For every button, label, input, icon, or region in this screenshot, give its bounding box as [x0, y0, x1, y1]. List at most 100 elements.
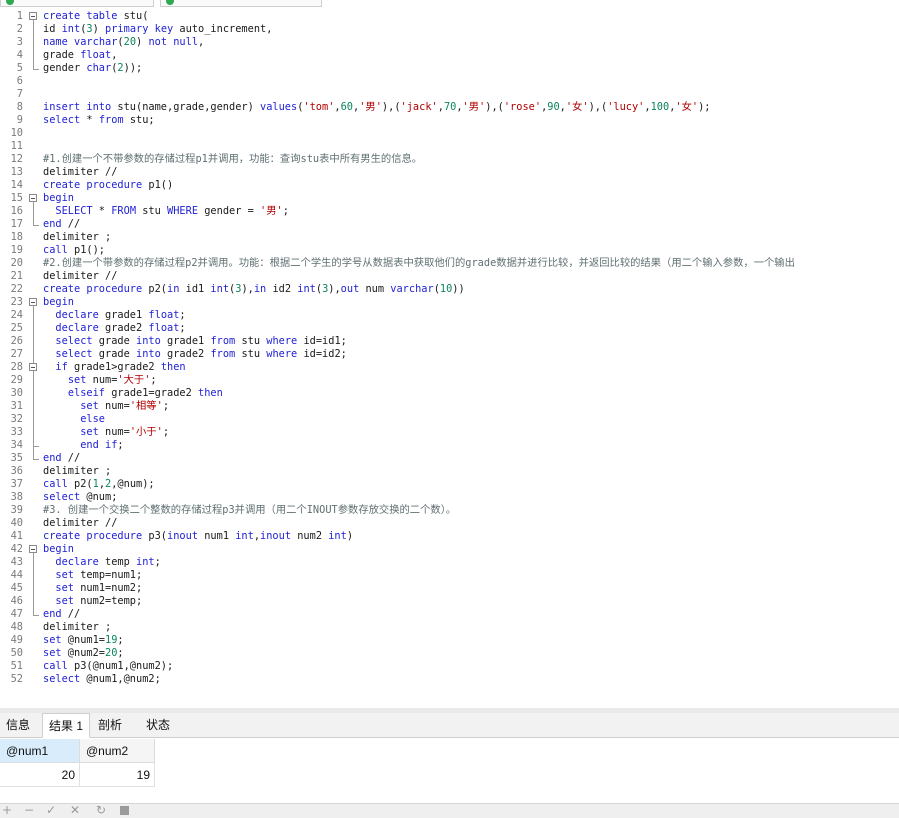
code-text: create procedure p2(in id1 int(3),in id2… [43, 283, 465, 295]
code-line[interactable]: 24 declare grade1 float; [0, 309, 899, 322]
code-line[interactable]: 26 select grade into grade1 from stu whe… [0, 335, 899, 348]
column-header-num1[interactable]: @num1 [0, 739, 80, 763]
line-number: 8 [16, 101, 23, 113]
code-line[interactable]: 14 create procedure p1() [0, 179, 899, 192]
code-line[interactable]: 28 if grade1>grade2 then [0, 361, 899, 374]
code-line[interactable]: 21 delimiter // [0, 270, 899, 283]
code-line[interactable]: 32 else [0, 413, 899, 426]
code-line[interactable]: 12 #1.创建一个不带参数的存储过程p1并调用，功能：查询stu表中所有男生的信… [0, 153, 899, 166]
code-line[interactable]: 11 [0, 140, 899, 153]
code-line[interactable]: 5 gender char(2)); [0, 62, 899, 75]
column-header-num2[interactable]: @num2 [80, 739, 155, 763]
code-line[interactable]: 44 set temp=num1; [0, 569, 899, 582]
code-line[interactable]: 29 set num='大于'; [0, 374, 899, 387]
code-line[interactable]: 35 end // [0, 452, 899, 465]
cross-icon[interactable]: ✕ [70, 803, 80, 817]
code-line[interactable]: 36 delimiter ; [0, 465, 899, 478]
code-line[interactable]: 31 set num='相等'; [0, 400, 899, 413]
code-text: SELECT * FROM stu WHERE gender = '男'; [55, 205, 289, 217]
fold-toggle-icon[interactable] [29, 12, 37, 20]
code-line[interactable]: 49 set @num1=19; [0, 634, 899, 647]
fold-toggle-icon[interactable] [29, 363, 37, 371]
code-line[interactable]: 17 end // [0, 218, 899, 231]
fold-end-marker [33, 219, 39, 226]
code-line[interactable]: 2 id int(3) primary key auto_increment, [0, 23, 899, 36]
line-number: 6 [16, 75, 23, 87]
code-line[interactable]: 4 grade float, [0, 49, 899, 62]
code-line[interactable]: 10 [0, 127, 899, 140]
code-line[interactable]: 20 #2.创建一个带参数的存储过程p2并调用。功能：根据二个学生的学号从数据表中… [0, 257, 899, 270]
code-line[interactable]: 48 delimiter ; [0, 621, 899, 634]
code-line[interactable]: 16 SELECT * FROM stu WHERE gender = '男'; [0, 205, 899, 218]
minus-icon[interactable]: − [24, 803, 34, 817]
code-line[interactable]: 3 name varchar(20) not null, [0, 36, 899, 49]
fold-toggle-icon[interactable] [29, 545, 37, 553]
code-line[interactable]: 42 begin [0, 543, 899, 556]
code-line[interactable]: 9 select * from stu; [0, 114, 899, 127]
line-number: 21 [10, 270, 23, 282]
line-number: 2 [16, 23, 23, 35]
code-text: else [80, 413, 106, 425]
fold-toggle-icon[interactable] [29, 298, 37, 306]
code-line[interactable]: 13 delimiter // [0, 166, 899, 179]
stop-icon[interactable] [120, 806, 129, 815]
code-text: declare grade2 float; [55, 322, 186, 334]
tab-result-1[interactable]: 结果 1 [42, 713, 91, 738]
query-tab[interactable] [0, 0, 154, 7]
code-line[interactable]: 47 end // [0, 608, 899, 621]
code-text: delimiter ; [43, 231, 112, 243]
code-text: set @num1=19; [43, 634, 124, 646]
code-line[interactable]: 50 set @num2=20; [0, 647, 899, 660]
code-line[interactable]: 25 declare grade2 float; [0, 322, 899, 335]
code-line[interactable]: 51 call p3(@num1,@num2); [0, 660, 899, 673]
code-line[interactable]: 19 call p1(); [0, 244, 899, 257]
line-number: 19 [10, 244, 23, 256]
query-tabs-strip [0, 0, 899, 8]
line-number: 26 [10, 335, 23, 347]
code-line[interactable]: 39 #3. 创建一个交换二个整数的存储过程p3并调用（用二个INOUT参数存放交… [0, 504, 899, 517]
code-line[interactable]: 8 insert into stu(name,grade,gender) valu… [0, 101, 899, 114]
plus-icon[interactable]: + [2, 803, 12, 817]
sql-editor[interactable]: 1 create table stu(2 id int(3) primary key… [0, 10, 899, 708]
code-line[interactable]: 6 [0, 75, 899, 88]
table-cell[interactable]: 19 [80, 763, 155, 787]
code-line[interactable]: 7 [0, 88, 899, 101]
line-number: 39 [10, 504, 23, 516]
fold-toggle-icon[interactable] [29, 194, 37, 202]
line-number: 25 [10, 322, 23, 334]
tab-status[interactable]: 状态 [140, 713, 176, 737]
table-cell[interactable]: 20 [0, 763, 80, 787]
tab-info[interactable]: 信息 [0, 713, 36, 737]
code-line[interactable]: 40 delimiter // [0, 517, 899, 530]
code-line[interactable]: 43 declare temp int; [0, 556, 899, 569]
check-icon[interactable]: ✓ [46, 803, 56, 817]
line-number: 32 [10, 413, 23, 425]
code-line[interactable]: 41 create procedure p3(inout num1 int,ino… [0, 530, 899, 543]
code-line[interactable]: 18 delimiter ; [0, 231, 899, 244]
code-line[interactable]: 34 end if; [0, 439, 899, 452]
code-line[interactable]: 33 set num='小于'; [0, 426, 899, 439]
code-line[interactable]: 27 select grade into grade2 from stu whe… [0, 348, 899, 361]
code-line[interactable]: 30 elseif grade1=grade2 then [0, 387, 899, 400]
code-text: if grade1>grade2 then [55, 361, 186, 373]
code-line[interactable]: 22 create procedure p2(in id1 int(3),in i… [0, 283, 899, 296]
line-number: 18 [10, 231, 23, 243]
code-text: id int(3) primary key auto_increment, [43, 23, 273, 35]
fold-end-marker [33, 453, 39, 460]
code-line[interactable]: 52 select @num1,@num2; [0, 673, 899, 686]
query-tab[interactable] [160, 0, 322, 7]
code-line[interactable]: 15 begin [0, 192, 899, 205]
code-line[interactable]: 38 select @num; [0, 491, 899, 504]
line-number: 46 [10, 595, 23, 607]
code-line[interactable]: 45 set num1=num2; [0, 582, 899, 595]
code-text: set num1=num2; [55, 582, 143, 594]
code-line[interactable]: 1 create table stu( [0, 10, 899, 23]
code-line[interactable]: 37 call p2(1,2,@num); [0, 478, 899, 491]
code-line[interactable]: 23 begin [0, 296, 899, 309]
code-line[interactable]: 46 set num2=temp; [0, 595, 899, 608]
fold-guide [33, 20, 34, 68]
tab-profile[interactable]: 剖析 [92, 713, 128, 737]
refresh-icon[interactable]: ↻ [96, 803, 106, 817]
code-text: grade float, [43, 49, 118, 61]
fold-end-marker [33, 440, 39, 447]
